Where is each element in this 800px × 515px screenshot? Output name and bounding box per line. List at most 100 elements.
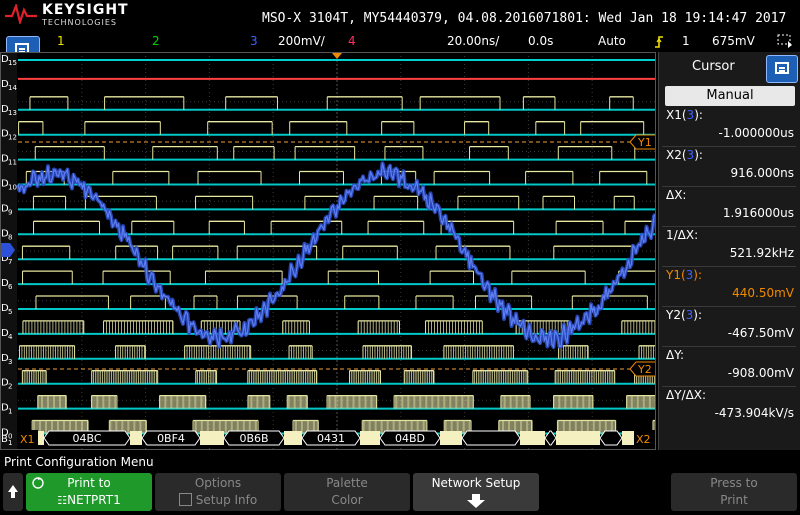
panel-menu-button[interactable] — [766, 55, 798, 83]
trigger-level[interactable]: 675mV — [712, 34, 755, 48]
divider — [662, 226, 796, 227]
cursor-row-name: ΔY/ΔX: — [666, 388, 707, 402]
network-icon: ☷ — [57, 494, 68, 507]
cursor-x2-marker: X2 — [636, 433, 651, 446]
cursor-row-label: ΔX: — [666, 188, 686, 202]
digital-channel-index: 9 — [8, 208, 12, 216]
bus-idle-segment — [200, 431, 224, 445]
paren: ): — [693, 268, 703, 282]
divider — [662, 146, 796, 147]
touch-lock-icon[interactable] — [776, 33, 794, 49]
cursor-row-value: 916.000ns — [730, 166, 794, 180]
divider — [662, 186, 796, 187]
cursor-row-name: X2 — [666, 148, 682, 162]
cursor-row-label: Y1(3): — [666, 268, 702, 282]
cursor-row-name: X1 — [666, 108, 682, 122]
print-to-label: Print to — [67, 476, 111, 490]
digital-channel-index: 4 — [8, 333, 13, 341]
channel-2-indicator[interactable]: 2 — [152, 34, 160, 48]
digital-channel-index: 6 — [8, 283, 13, 291]
keysight-logo-icon — [5, 4, 37, 24]
cursor-row-name: Y2 — [666, 308, 681, 322]
setup-info-label: Setup Info — [195, 493, 258, 507]
options-label: Options — [194, 476, 242, 490]
status-bar: 1 2 3 200mV/ 4 20.00ns/ 0.0s Auto 1 675m… — [0, 33, 800, 51]
brand-subtitle: TECHNOLOGIES — [42, 18, 117, 27]
bus-value: 0431 — [317, 432, 345, 445]
print-label: Print — [720, 493, 748, 507]
cursor-row-value: 1.916000us — [722, 206, 794, 220]
options-softkey[interactable]: Options Setup Info — [155, 473, 281, 511]
cursor-row-label: 1/ΔX: — [666, 228, 698, 242]
channel-1-indicator[interactable]: 1 — [57, 34, 65, 48]
digital-channel-index: 7 — [8, 258, 12, 266]
digital-channel-index: 14 — [8, 84, 17, 92]
cursor-row-label: ΔY/ΔX: — [666, 388, 706, 402]
paren: ): — [693, 308, 703, 322]
bus-idle-segment — [440, 431, 462, 445]
trigger-mode[interactable]: Auto — [598, 34, 626, 48]
network-setup-label: Network Setup — [431, 476, 521, 490]
cursor-row-name: 1/ΔX: — [666, 228, 699, 242]
rising-edge-icon — [655, 36, 663, 48]
setup-info-checkbox[interactable] — [178, 493, 192, 506]
channel-4-indicator[interactable]: 4 — [348, 34, 356, 48]
digital-channel-index: 5 — [8, 308, 12, 316]
bus-idle-segment — [284, 431, 302, 445]
channel-3-indicator[interactable]: 3 — [250, 34, 258, 48]
digital-channel-index: 3 — [8, 358, 12, 366]
digital-channel-index: 12 — [8, 134, 17, 142]
digital-channel-index: 13 — [8, 109, 17, 117]
menu-title: Print Configuration Menu — [4, 455, 154, 469]
trigger-source[interactable]: 1 — [682, 34, 690, 48]
bus-idle-segment — [520, 431, 545, 445]
cursor-panel-title: Cursor — [692, 59, 735, 74]
cursor-row-name: ΔY: — [666, 348, 684, 362]
digital-channel-index: 2 — [8, 383, 12, 391]
digital-channel-index: 8 — [8, 233, 12, 241]
cursor-row-label: X2(3): — [666, 148, 703, 162]
timebase-value[interactable]: 20.00ns/ — [447, 34, 499, 48]
bus-idle-segment — [360, 431, 380, 445]
cursor-y1-marker: Y1 — [637, 136, 652, 149]
instrument-title: MSO-X 3104T, MY54440379, 04.08.201607180… — [262, 11, 787, 26]
waveform-canvas: D 15D 14D 13D 12D 11D 10D 9D 8D 7D 6D 5D 4D 3D 2D 1D 0Y1… — [0, 52, 656, 450]
digital-channel-index: 15 — [8, 59, 17, 67]
cursor-row-label: X1(3): — [666, 108, 703, 122]
divider — [662, 346, 796, 347]
cursor-x1-marker: X1 — [20, 433, 35, 446]
divider — [662, 386, 796, 387]
cursor-row-value: -908.00mV — [727, 366, 794, 380]
bus-label-index: 1 — [8, 439, 12, 447]
palette-softkey[interactable]: Palette Color — [284, 473, 410, 511]
cursor-row-name: ΔX: — [666, 188, 687, 202]
header: KEYSIGHT TECHNOLOGIES MSO-X 3104T, MY544… — [0, 0, 800, 32]
cursor-mode-selector[interactable]: Manual — [665, 86, 795, 106]
back-button[interactable] — [3, 473, 23, 511]
bus-value: 04BD — [395, 432, 425, 445]
digital-channel-index: 1 — [8, 408, 12, 416]
brand-name: KEYSIGHT — [42, 2, 129, 18]
print-to-softkey[interactable]: Print to ☷NETPRT1 — [26, 473, 152, 511]
cursor-row-value: -467.50mV — [727, 326, 794, 340]
print-softkey[interactable]: Press to Print — [671, 473, 797, 511]
divider — [662, 306, 796, 307]
bus-idle-segment — [130, 431, 142, 445]
paren: ): — [694, 108, 703, 122]
paren: ): — [694, 148, 703, 162]
bus-value: 0BF4 — [157, 432, 185, 445]
cursor-row-value: -1.000000us — [718, 126, 794, 140]
waveform-display[interactable]: D 15 D 14 D 13 D 12 D 11 D 10 D 9 D 8 D 7 D 6 D 5 D 4 D 3 D 2 D 1 D 0 Y1… — [0, 52, 656, 450]
cursor-row-value: 440.50mV — [732, 286, 794, 300]
cursor-row-value: -473.904kV/s — [714, 406, 794, 420]
network-setup-softkey[interactable]: Network Setup — [413, 473, 539, 511]
divider — [662, 266, 796, 267]
bus-packet — [599, 430, 623, 446]
bus-idle-segment — [556, 431, 600, 445]
digital-channel-index: 11 — [8, 159, 17, 167]
bus-value: 0B6B — [239, 432, 268, 445]
bus-label: B — [1, 434, 8, 445]
channel-3-scale[interactable]: 200mV/ — [278, 34, 325, 48]
cursor-row-name: Y1 — [666, 268, 681, 282]
delay-value[interactable]: 0.0s — [528, 34, 553, 48]
